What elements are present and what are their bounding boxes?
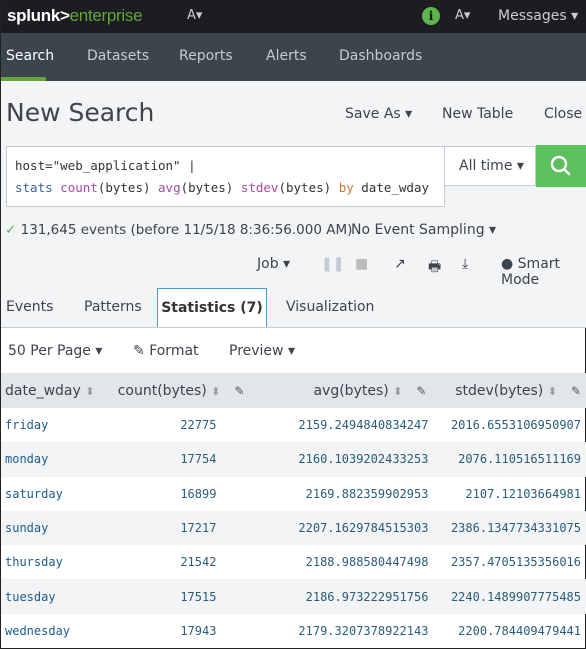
column-header[interactable]: avg(bytes) ⬍ ✎ xyxy=(250,373,433,408)
table-cell[interactable]: wednesday xyxy=(1,614,100,648)
bulb-icon: ● xyxy=(501,256,514,272)
print-icon[interactable]: 🖶 xyxy=(428,256,441,280)
table-row: sunday 17217 2207.1629784515303 2386.134773… xyxy=(1,510,586,546)
table-cell[interactable]: 21542 xyxy=(100,545,250,579)
edit-icon: ✎ xyxy=(416,383,427,398)
page-title: New Search xyxy=(6,98,155,127)
table-cell[interactable]: 2016.6553106950907 xyxy=(432,408,586,442)
tab-patterns[interactable]: Patterns xyxy=(84,299,142,315)
table-cell[interactable]: 2200.784409479441 xyxy=(432,614,586,648)
table-cell[interactable]: 2159.2494840834247 xyxy=(250,408,432,442)
table-cell[interactable]: tuesday xyxy=(1,579,101,614)
sort-icon: ⬍ xyxy=(393,384,403,398)
table-cell[interactable]: 2107.12103664981 xyxy=(432,477,586,511)
table-cell[interactable]: 2186.973222951756 xyxy=(250,579,433,614)
per-page-dropdown[interactable]: 50 Per Page ▾ xyxy=(8,343,102,359)
new-table-button[interactable]: New Table xyxy=(442,106,513,122)
table-cell[interactable]: 17754 xyxy=(100,442,251,477)
table-cell[interactable]: monday xyxy=(1,442,101,477)
table-cell[interactable]: 2240.1489907775485 xyxy=(432,579,586,614)
stop-icon[interactable]: ■ xyxy=(355,256,368,272)
info-icon[interactable]: i xyxy=(422,7,440,25)
query-line-2: stats count(bytes) avg(bytes) stdev(byte… xyxy=(15,180,430,195)
sort-icon: ⬍ xyxy=(85,384,95,398)
nav-dashboards[interactable]: Dashboards xyxy=(339,48,422,64)
nav-reports[interactable]: Reports xyxy=(179,48,233,64)
table-row: monday 17754 2160.1039202433253 2076.110516… xyxy=(1,442,586,477)
table-cell[interactable]: 22775 xyxy=(100,408,250,442)
share-icon[interactable]: ↗ xyxy=(394,256,406,272)
close-button[interactable]: Close xyxy=(544,106,582,122)
format-button[interactable]: ✎ Format xyxy=(133,343,199,359)
tab-visualization[interactable]: Visualization xyxy=(286,299,374,315)
table-row: saturday 16899 2169.882359902953 2107.12103… xyxy=(1,477,586,511)
table-cell[interactable]: friday xyxy=(1,408,100,442)
preview-dropdown[interactable]: Preview ▾ xyxy=(229,343,295,359)
table-cell[interactable]: 17943 xyxy=(100,614,250,648)
activity-menu-icon[interactable]: A▾ xyxy=(455,8,470,23)
table-row: wednesday 17943 2179.3207378922143 2200.784… xyxy=(1,614,586,648)
table-cell[interactable]: 17515 xyxy=(100,579,251,614)
nav-search[interactable]: Search xyxy=(6,48,54,64)
search-icon xyxy=(550,155,571,176)
table-cell[interactable]: 2357.4705135356016 xyxy=(432,545,586,579)
search-input[interactable]: host="web_application" | stats count(byt… xyxy=(6,146,445,207)
table-cell[interactable]: thursday xyxy=(1,545,100,579)
sort-icon: ⬍ xyxy=(211,384,221,398)
table-cell[interactable]: saturday xyxy=(1,477,100,511)
tab-events[interactable]: Events xyxy=(6,299,53,315)
splunk-logo[interactable]: splunk>enterprise xyxy=(7,6,143,26)
table-cell[interactable]: 2179.3207378922143 xyxy=(250,614,432,648)
top-bar: splunk>enterprise A▾ i A▾ Messages ▾ xyxy=(1,1,586,33)
nav-datasets[interactable]: Datasets xyxy=(87,48,149,64)
search-button[interactable] xyxy=(536,145,586,187)
messages-menu[interactable]: Messages ▾ xyxy=(498,8,578,24)
time-range-picker[interactable]: All time ▾ xyxy=(445,146,536,186)
table-cell[interactable]: 17217 xyxy=(100,510,251,546)
nav-alerts[interactable]: Alerts xyxy=(266,48,307,64)
statistics-table: date_wday ⬍ count(bytes) ⬍ ✎ avg(bytes) ⬍… xyxy=(1,373,586,648)
table-cell[interactable]: 16899 xyxy=(100,477,250,511)
event-count: ✓ 131,645 events (before 11/5/18 8:36:56… xyxy=(5,222,353,238)
pause-icon[interactable]: ❚❚ xyxy=(321,256,344,272)
table-row: tuesday 17515 2186.973222951756 2240.148990… xyxy=(1,579,586,614)
tab-divider xyxy=(1,327,586,328)
table-cell[interactable]: 2207.1629784515303 xyxy=(250,510,433,546)
sort-icon: ⬍ xyxy=(547,384,557,398)
save-as-button[interactable]: Save As ▾ xyxy=(345,106,412,122)
column-header[interactable]: stdev(bytes) ⬍ ✎ xyxy=(432,373,586,408)
table-cell[interactable]: 2188.988580447498 xyxy=(250,545,432,579)
table-cell[interactable]: 2386.1347734331075 xyxy=(432,510,586,546)
activity-icon[interactable]: A▾ xyxy=(187,8,202,23)
export-icon[interactable]: ⤓ xyxy=(462,256,468,272)
table-cell[interactable]: 2160.1039202433253 xyxy=(250,442,433,477)
app-nav: Search Datasets Reports Alerts Dashboard… xyxy=(1,33,586,81)
edit-icon: ✎ xyxy=(570,383,581,398)
smart-mode-menu[interactable]: ● Smart Mode xyxy=(501,256,585,288)
column-header[interactable]: date_wday ⬍ xyxy=(1,373,101,408)
query-line-1: host="web_application" | xyxy=(15,158,196,173)
table-row: friday 22775 2159.2494840834247 2016.655310… xyxy=(1,408,586,442)
event-sampling-dropdown[interactable]: No Event Sampling ▾ xyxy=(351,222,496,238)
table-cell[interactable]: 2169.882359902953 xyxy=(250,477,432,511)
edit-icon: ✎ xyxy=(234,383,245,398)
tab-statistics[interactable]: Statistics (7) xyxy=(157,288,267,327)
table-row: thursday 21542 2188.988580447498 2357.47051… xyxy=(1,545,586,579)
table-cell[interactable]: 2076.110516511169 xyxy=(432,442,586,477)
column-header[interactable]: count(bytes) ⬍ ✎ xyxy=(100,373,251,408)
check-icon: ✓ xyxy=(5,222,17,238)
table-cell[interactable]: sunday xyxy=(1,510,101,546)
pencil-icon: ✎ xyxy=(133,343,145,359)
job-menu[interactable]: Job ▾ xyxy=(257,256,290,272)
